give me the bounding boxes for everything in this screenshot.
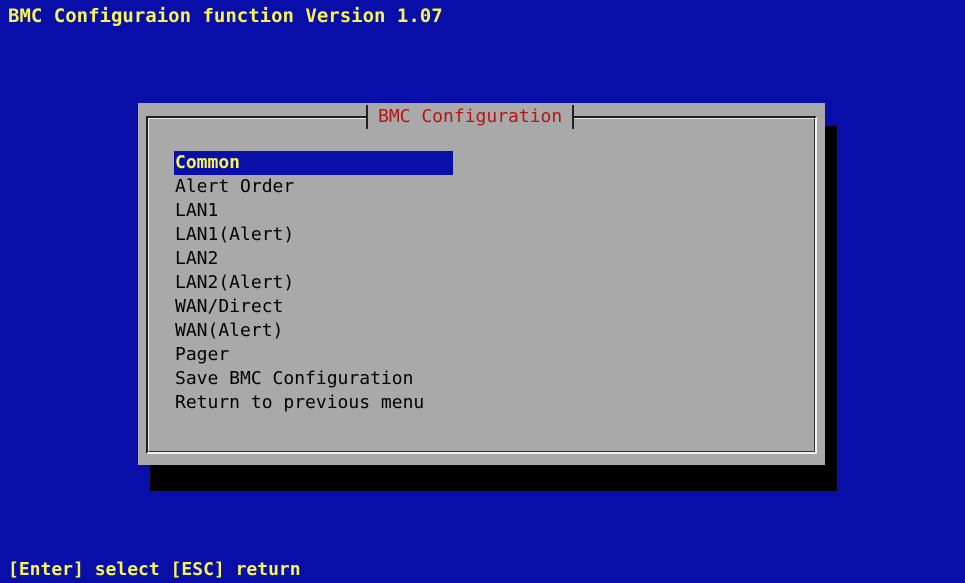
menu-item-save-bmc-configuration[interactable]: Save BMC Configuration: [174, 367, 453, 391]
app-title: BMC Configuraion function Version 1.07: [8, 5, 443, 27]
bmc-configuration-dialog: BMC Configuration Common Alert Order LAN…: [138, 103, 825, 465]
menu-item-lan1-alert[interactable]: LAN1(Alert): [174, 223, 453, 247]
menu-item-wan-alert[interactable]: WAN(Alert): [174, 319, 453, 343]
dialog-title: BMC Configuration: [366, 105, 575, 129]
menu-item-pager[interactable]: Pager: [174, 343, 453, 367]
menu-item-return-to-previous-menu[interactable]: Return to previous menu: [174, 391, 453, 415]
menu-item-wan-direct[interactable]: WAN/Direct: [174, 295, 453, 319]
menu-item-alert-order[interactable]: Alert Order: [174, 175, 453, 199]
menu-item-lan2-alert[interactable]: LAN2(Alert): [174, 271, 453, 295]
menu-item-lan1[interactable]: LAN1: [174, 199, 453, 223]
status-bar-hint: [Enter] select [ESC] return: [8, 559, 301, 580]
menu-item-lan2[interactable]: LAN2: [174, 247, 453, 271]
menu-item-common[interactable]: Common: [174, 151, 453, 175]
menu-list: Common Alert Order LAN1 LAN1(Alert) LAN2…: [174, 151, 453, 415]
